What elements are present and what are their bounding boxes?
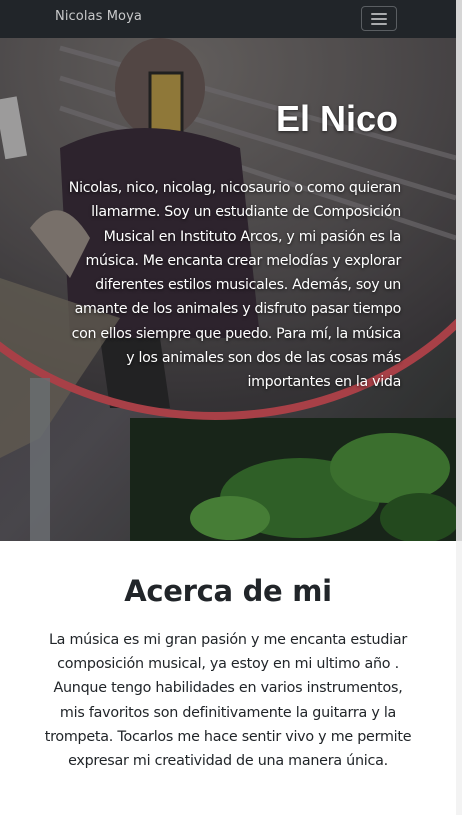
hero-description: Nicolas, nico, nicolag, nicosaurio o com… bbox=[68, 180, 402, 391]
about-description: La música es mi gran pasión y me encanta… bbox=[44, 632, 412, 770]
about-title: Acerca de mi bbox=[124, 574, 332, 608]
navbar: Nicolas Moya bbox=[0, 0, 456, 38]
about-section: Acerca de mi La música es mi gran pasión… bbox=[0, 541, 456, 815]
scrollbar-track[interactable] bbox=[456, 0, 462, 815]
scrollbar-thumb[interactable] bbox=[456, 0, 462, 541]
hero-title: El Nico bbox=[275, 98, 398, 139]
navbar-toggler-button[interactable] bbox=[361, 6, 397, 31]
hero-section: El Nico Nicolas, nico, nicolag, nicosaur… bbox=[0, 38, 456, 541]
brand-link[interactable]: Nicolas Moya bbox=[55, 9, 142, 24]
